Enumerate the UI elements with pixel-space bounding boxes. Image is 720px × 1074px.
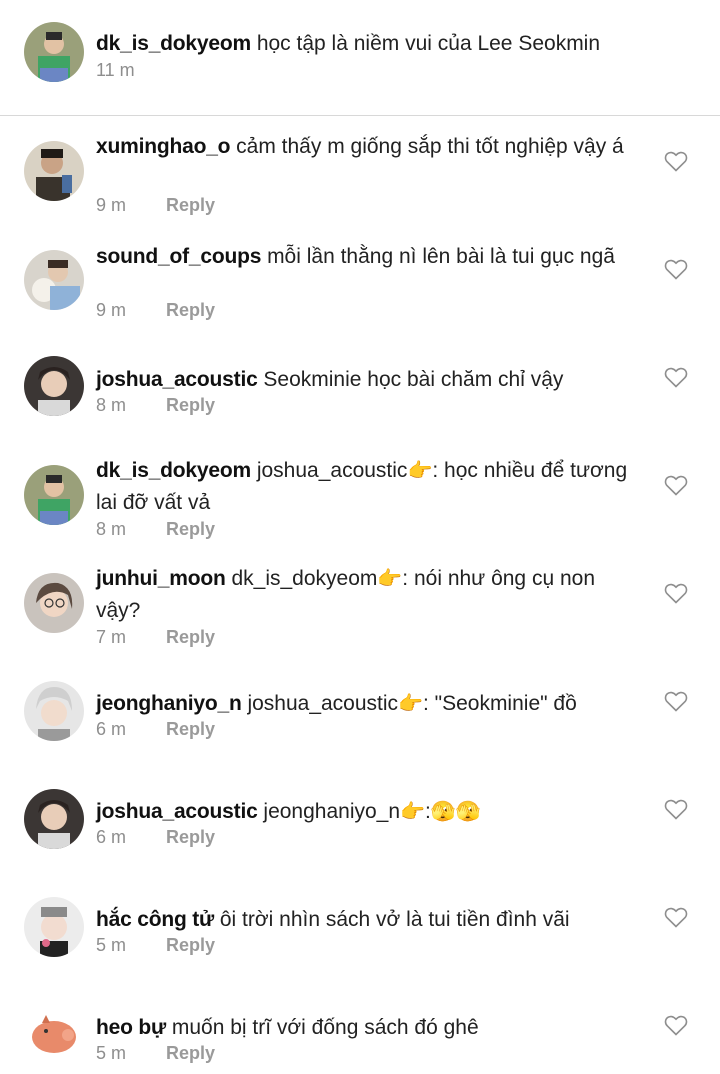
comment-username[interactable]: junhui_moon [96, 567, 226, 590]
avatar-jeonghaniyo-n[interactable] [24, 681, 84, 741]
reply-button[interactable]: Reply [166, 627, 215, 647]
comment-meta: 9 m Reply [96, 298, 215, 322]
comment-username[interactable]: joshua_acoustic [96, 368, 258, 391]
heart-icon[interactable] [664, 798, 688, 820]
post-caption: dk_is_dokyeom học tập là niềm vui của Le… [0, 0, 720, 116]
reply-button[interactable]: Reply [166, 195, 215, 215]
heart-icon[interactable] [664, 582, 688, 604]
heart-icon[interactable] [664, 474, 688, 496]
comment-text: junhui_moon dk_is_dokyeom👉: nói như ông … [96, 563, 636, 627]
heart-icon[interactable] [664, 690, 688, 712]
comment-username[interactable]: hắc công tử [96, 908, 214, 931]
heart-icon[interactable] [664, 906, 688, 928]
mention-link[interactable]: jeonghaniyo_n [263, 800, 400, 823]
pointing-finger-icon: 👉 [398, 693, 423, 715]
comment-time: 9 m [96, 195, 127, 215]
reply-button[interactable]: Reply [166, 827, 215, 847]
avatar-joshua-acoustic[interactable] [24, 789, 84, 849]
avatar-hac-cong-tu[interactable] [24, 897, 84, 957]
comment-time: 9 m [96, 300, 127, 320]
avatar-xuminghao-o[interactable] [24, 141, 84, 201]
comment-text: xuminghao_o cảm thấy m giống sắp thi tốt… [96, 131, 636, 163]
comment-time: 8 m [96, 519, 127, 539]
comment-text: jeonghaniyo_n joshua_acoustic👉: "Seokmin… [96, 688, 636, 720]
comment-meta: 9 m Reply [96, 193, 215, 217]
heart-icon[interactable] [664, 258, 688, 280]
reply-button[interactable]: Reply [166, 519, 215, 539]
comment-time: 6 m [96, 719, 127, 739]
avatar-joshua-acoustic[interactable] [24, 356, 84, 416]
comment-text: dk_is_dokyeom joshua_acoustic👉: học nhiề… [96, 455, 636, 519]
comment-time: 5 m [96, 1043, 127, 1063]
comment-time: 7 m [96, 627, 127, 647]
comment-username[interactable]: joshua_acoustic [96, 800, 258, 823]
comment-body: : "Seokminie" đồ [422, 692, 577, 715]
mention-link[interactable]: dk_is_dokyeom [231, 567, 377, 590]
heart-icon[interactable] [664, 150, 688, 172]
divider [0, 115, 720, 116]
comment-text: sound_of_coups mỗi lần thằng nì lên bài … [96, 241, 636, 273]
avatar-heo-bu[interactable] [24, 1005, 84, 1065]
heart-icon[interactable] [664, 1014, 688, 1036]
comment-meta: 6 m Reply [96, 717, 215, 741]
comment-body: Seokminie học bài chăm chỉ vậy [263, 368, 564, 391]
comment-text: hắc công tử ôi trời nhìn sách vở là tui … [96, 904, 636, 936]
mention-link[interactable]: joshua_acoustic [247, 692, 398, 715]
comment-username[interactable]: dk_is_dokyeom [96, 459, 251, 482]
comment-meta: 8 m Reply [96, 393, 215, 417]
heart-icon[interactable] [664, 366, 688, 388]
mention-link[interactable]: joshua_acoustic [257, 459, 408, 482]
comment-text: heo bự muốn bị trĩ với đống sách đó ghê [96, 1012, 636, 1044]
reply-button[interactable]: Reply [166, 935, 215, 955]
comment-body: ôi trời nhìn sách vở là tui tiền đình vã… [219, 908, 570, 931]
comment-meta: 7 m Reply [96, 625, 215, 649]
caption-time: 11 m [96, 60, 135, 80]
comment-meta: 5 m Reply [96, 1041, 215, 1065]
pointing-finger-icon: 👉 [400, 801, 425, 823]
comment-meta: 8 m Reply [96, 517, 215, 541]
pointing-finger-icon: 👉 [377, 568, 403, 590]
comment-text: joshua_acoustic jeonghaniyo_n👉:🫣🫣 [96, 796, 636, 828]
comment-meta: 5 m Reply [96, 933, 215, 957]
comment-username[interactable]: sound_of_coups [96, 245, 261, 268]
avatar-junhui-moon[interactable] [24, 573, 84, 633]
comment-body: cảm thấy m giống sắp thi tốt nghiệp vậy … [236, 135, 624, 158]
comment-username[interactable]: xuminghao_o [96, 135, 231, 158]
comment-body: mỗi lần thằng nì lên bài là tui gục ngã [267, 245, 615, 268]
peeking-face-icon: 🫣🫣 [430, 801, 481, 823]
caption-username[interactable]: dk_is_dokyeom [96, 32, 251, 55]
reply-button[interactable]: Reply [166, 300, 215, 320]
pointing-finger-icon: 👉 [407, 460, 433, 482]
caption-meta: 11 m [96, 58, 161, 82]
comment-body: muốn bị trĩ với đống sách đó ghê [171, 1016, 479, 1039]
reply-button[interactable]: Reply [166, 719, 215, 739]
reply-button[interactable]: Reply [166, 395, 215, 415]
caption-body: học tập là niềm vui của Lee Seokmin [256, 32, 601, 55]
reply-button[interactable]: Reply [166, 1043, 215, 1063]
comment-username[interactable]: heo bự [96, 1016, 166, 1039]
comment-meta: 6 m Reply [96, 825, 215, 849]
comment-time: 8 m [96, 395, 127, 415]
avatar-dk-is-dokyeom[interactable] [24, 22, 84, 82]
avatar-dk-is-dokyeom[interactable] [24, 465, 84, 525]
comment-time: 6 m [96, 827, 127, 847]
comment-username[interactable]: jeonghaniyo_n [96, 692, 242, 715]
caption-text: dk_is_dokyeom học tập là niềm vui của Le… [96, 28, 636, 60]
comment-text: joshua_acoustic Seokminie học bài chăm c… [96, 364, 636, 396]
avatar-sound-of-coups[interactable] [24, 250, 84, 310]
comment-time: 5 m [96, 935, 127, 955]
